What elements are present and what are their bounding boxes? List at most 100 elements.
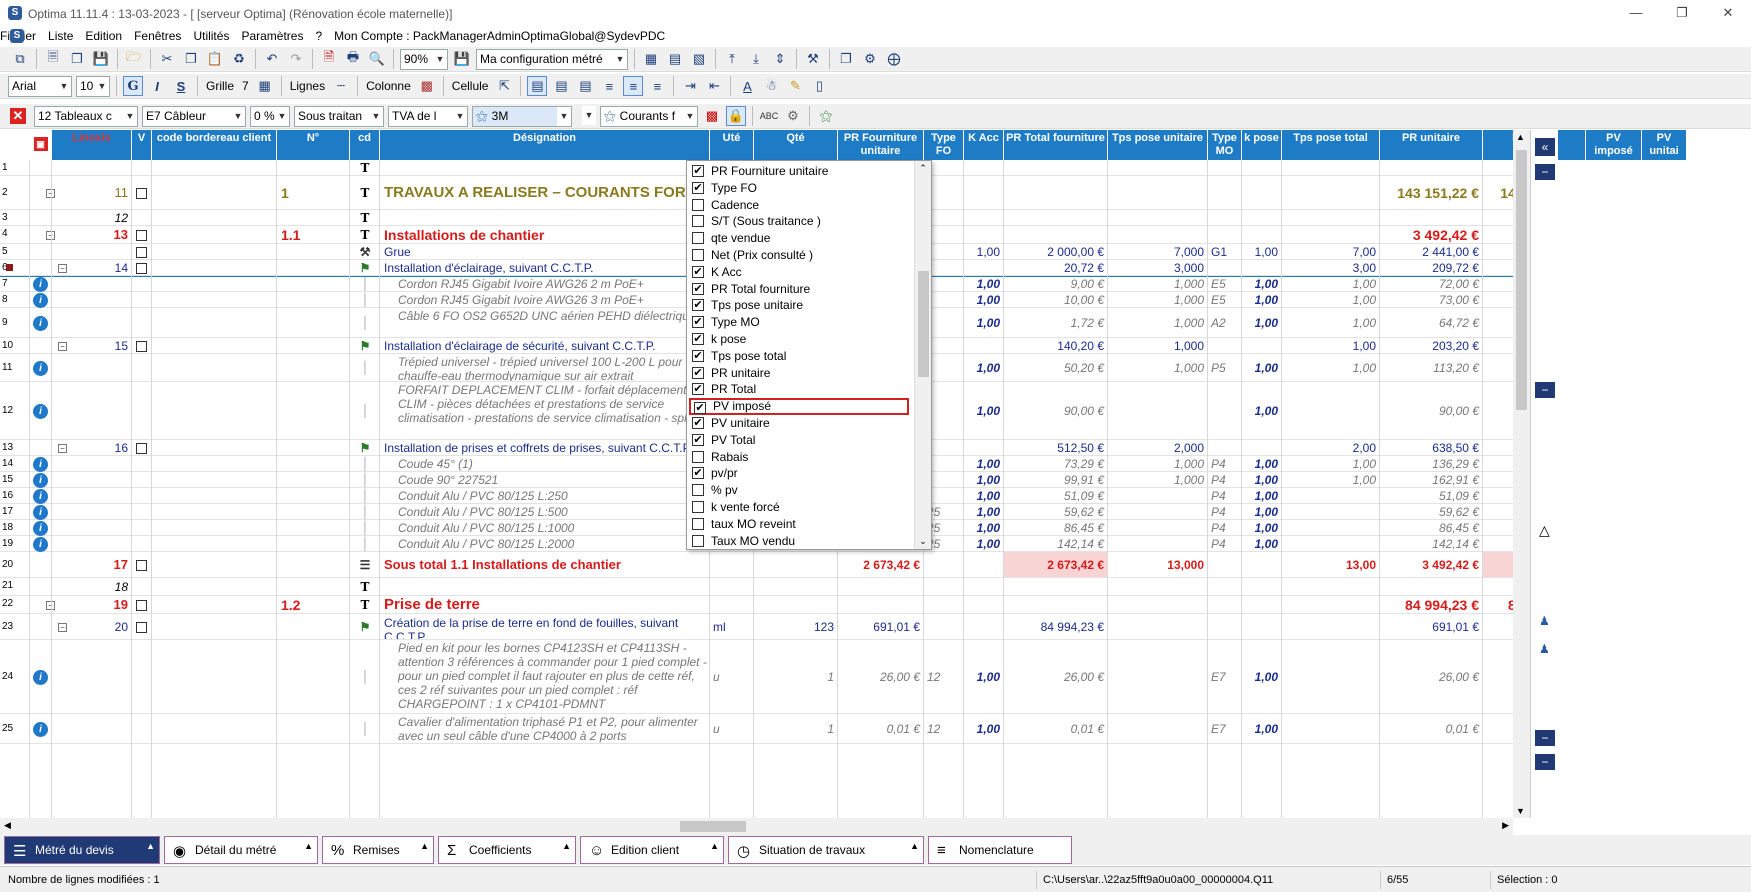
menu-item-checkbox[interactable]: ✔ [692, 265, 704, 278]
cell-tps_pose_total[interactable]: 1,00 [1282, 308, 1380, 337]
chevron-up-icon[interactable]: ▲ [710, 841, 719, 851]
row-style-icon-3[interactable]: ▤ [575, 76, 595, 96]
ouvrage-icon[interactable]: ⚑ [350, 440, 380, 455]
horizontal-scrollbar[interactable]: ◀ ▶ [0, 818, 1513, 835]
cell-linoxis[interactable] [52, 536, 132, 551]
cell-type_mo[interactable]: P4 [1208, 504, 1242, 519]
cell-k_pose[interactable]: 1,00 [1242, 640, 1282, 713]
menu-parametres[interactable]: Paramètres [241, 29, 303, 43]
cell-pr_total[interactable]: 3 492,42 € [1483, 552, 1513, 577]
tab-clipboard[interactable]: ☰ Métré du devis ▲ [4, 836, 160, 864]
scroll-left-icon[interactable]: ◀ [4, 820, 11, 831]
align-center-icon[interactable]: ≡ [623, 76, 644, 96]
cell-linoxis[interactable] [52, 354, 132, 381]
cell-pr_total[interactable]: 86,45 € [1483, 520, 1513, 535]
cell-rownum[interactable]: 20 [0, 552, 30, 577]
menu-item-checkbox[interactable]: ✔ [692, 299, 704, 312]
person-icon[interactable]: ♟ [1539, 642, 1550, 656]
menu-mon-compte[interactable]: Mon Compte : PackManagerAdminOptimaGloba… [334, 29, 665, 43]
cell-tps_pose_total[interactable]: 3,00 [1282, 260, 1380, 275]
cell-k_pose[interactable]: 1,00 [1242, 292, 1282, 307]
print-preview-icon[interactable]: 🔍 [367, 49, 387, 69]
column-header-icon[interactable]: ▣ [30, 130, 52, 160]
cell-k_acc[interactable]: 1,00 [964, 536, 1004, 551]
cell-n[interactable] [277, 614, 350, 639]
cell-tps_pose_total[interactable]: 2,00 [1282, 440, 1380, 455]
validated-checkbox[interactable] [136, 229, 147, 241]
cell-pr_fourn_u[interactable]: 0,01 € [838, 714, 924, 743]
table-row[interactable]: 21 18 T [0, 578, 1513, 596]
ouvrage-icon[interactable]: ⚑ [350, 338, 380, 353]
cell-pr_total_fourn[interactable]: 90,00 € [1004, 382, 1108, 439]
cell-linoxis[interactable] [52, 244, 132, 259]
menu-item-column[interactable]: ✔ Tps pose total [689, 348, 909, 365]
sort-icon[interactable]: ▣ [33, 137, 48, 151]
cell-pr_total_fourn[interactable]: 84 994,23 € [1004, 614, 1108, 639]
cell-tps_pose_total[interactable]: 7,00 [1282, 244, 1380, 259]
validated-checkbox[interactable] [136, 262, 147, 274]
close-icon[interactable]: ✕ [1705, 0, 1751, 28]
percent-select[interactable]: 0 % ▼ [250, 105, 290, 127]
indent-icon[interactable]: ⇥ [680, 76, 700, 96]
cell-pr_total_fourn[interactable]: 0,01 € [1004, 714, 1108, 743]
cell-designation[interactable]: Coude 45° (1) [380, 456, 710, 471]
tab-eye[interactable]: ◉ Détail du métré ▲ [164, 836, 318, 864]
cell-n[interactable] [277, 382, 350, 439]
menu-item-checkbox[interactable]: ✔ [692, 433, 704, 446]
column-header-pv_impose[interactable]: PV imposé [1586, 130, 1642, 160]
cell-n[interactable] [277, 338, 350, 353]
tree-line-icon[interactable]: │ [350, 354, 380, 381]
table-row[interactable]: 22−191.2TPrise de terre84 994,23 €84 994… [0, 596, 1513, 614]
cell-linoxis[interactable] [52, 382, 132, 439]
cell-pr_total_fourn[interactable]: 86,45 € [1004, 520, 1108, 535]
info-icon[interactable]: i [33, 520, 48, 536]
cell-pr_fourn_u[interactable]: 26,00 € [838, 640, 924, 713]
column-header-rownum[interactable] [0, 130, 30, 160]
column-header-ute[interactable]: Uté [710, 130, 754, 160]
collapse-panel-icon[interactable]: « [1535, 138, 1555, 156]
menu-item-column[interactable]: ✔ PR unitaire [689, 365, 909, 382]
add-circle-icon[interactable]: ⨁ [884, 49, 904, 69]
cell-n[interactable]: 1 [277, 176, 350, 209]
cell-cd[interactable]: T [350, 578, 380, 595]
cell-pr_total_fourn[interactable]: 2 673,42 € [1004, 552, 1108, 577]
table-row[interactable]: 25 i │ Cavalier d'alimentation triphasé P1 … [0, 714, 1513, 744]
tree-line-icon[interactable]: │ [350, 456, 380, 471]
cell-pr_u[interactable]: 90,00 € [1380, 382, 1483, 439]
restore-icon[interactable]: ❐ [1659, 0, 1705, 28]
validated-checkbox[interactable] [136, 442, 147, 454]
scroll-up-icon[interactable]: ▲ [1516, 132, 1525, 142]
minus-icon[interactable]: − [1535, 754, 1555, 770]
menu-item-checkbox[interactable]: ✔ [692, 333, 704, 345]
info-icon[interactable]: i [33, 292, 48, 308]
menu-item-column[interactable]: Net (Prix consulté ) [689, 247, 909, 264]
cell-designation[interactable]: Installation de prises et coffrets de pr… [380, 440, 710, 455]
tree-line-icon[interactable]: │ [350, 308, 380, 337]
cell-rownum[interactable]: 11 [0, 354, 30, 381]
column-header-tps_pose_total[interactable]: Tps pose total [1282, 130, 1380, 160]
cell-pr_total[interactable]: 51,09 € [1483, 488, 1513, 503]
move-updown-icon[interactable]: ⇕ [770, 49, 790, 69]
cell-rownum[interactable]: 17 [0, 504, 30, 519]
menu-item-checkbox[interactable] [692, 534, 704, 547]
chevron-up-icon[interactable]: ▲ [146, 841, 155, 851]
cell-tps_pose_u[interactable]: 13,000 [1108, 552, 1208, 577]
cell-tps_pose_total[interactable]: 1,00 [1282, 292, 1380, 307]
minus-icon[interactable]: − [1535, 164, 1555, 180]
settings-icon[interactable]: ⚙ [783, 106, 803, 126]
cell-k_pose[interactable]: 1,00 [1242, 354, 1282, 381]
cell-pr_fourn_u[interactable]: 2 673,42 € [838, 552, 924, 577]
font-size-select[interactable]: 10 ▼ [76, 75, 110, 97]
cell-rownum[interactable]: 4 [0, 226, 30, 243]
column-header-k_pose[interactable]: k pose [1242, 130, 1282, 160]
cell-cd[interactable]: T [350, 160, 380, 175]
cell-tps_pose_u[interactable]: 1,000 [1108, 338, 1208, 353]
cell-pr_u[interactable]: 113,20 € [1380, 354, 1483, 381]
menu-item-checkbox[interactable]: ✔ [692, 417, 704, 429]
cell-designation[interactable]: Conduit Alu / PVC 80/125 L:2000 [380, 536, 710, 551]
cell-pr_total_fourn[interactable]: 20,72 € [1004, 260, 1108, 275]
cell-tps_pose_total[interactable]: 1,00 [1282, 472, 1380, 487]
menu-item-checkbox[interactable]: ✔ [692, 165, 704, 177]
cell-n[interactable] [277, 440, 350, 455]
info-icon[interactable]: i [33, 536, 48, 552]
